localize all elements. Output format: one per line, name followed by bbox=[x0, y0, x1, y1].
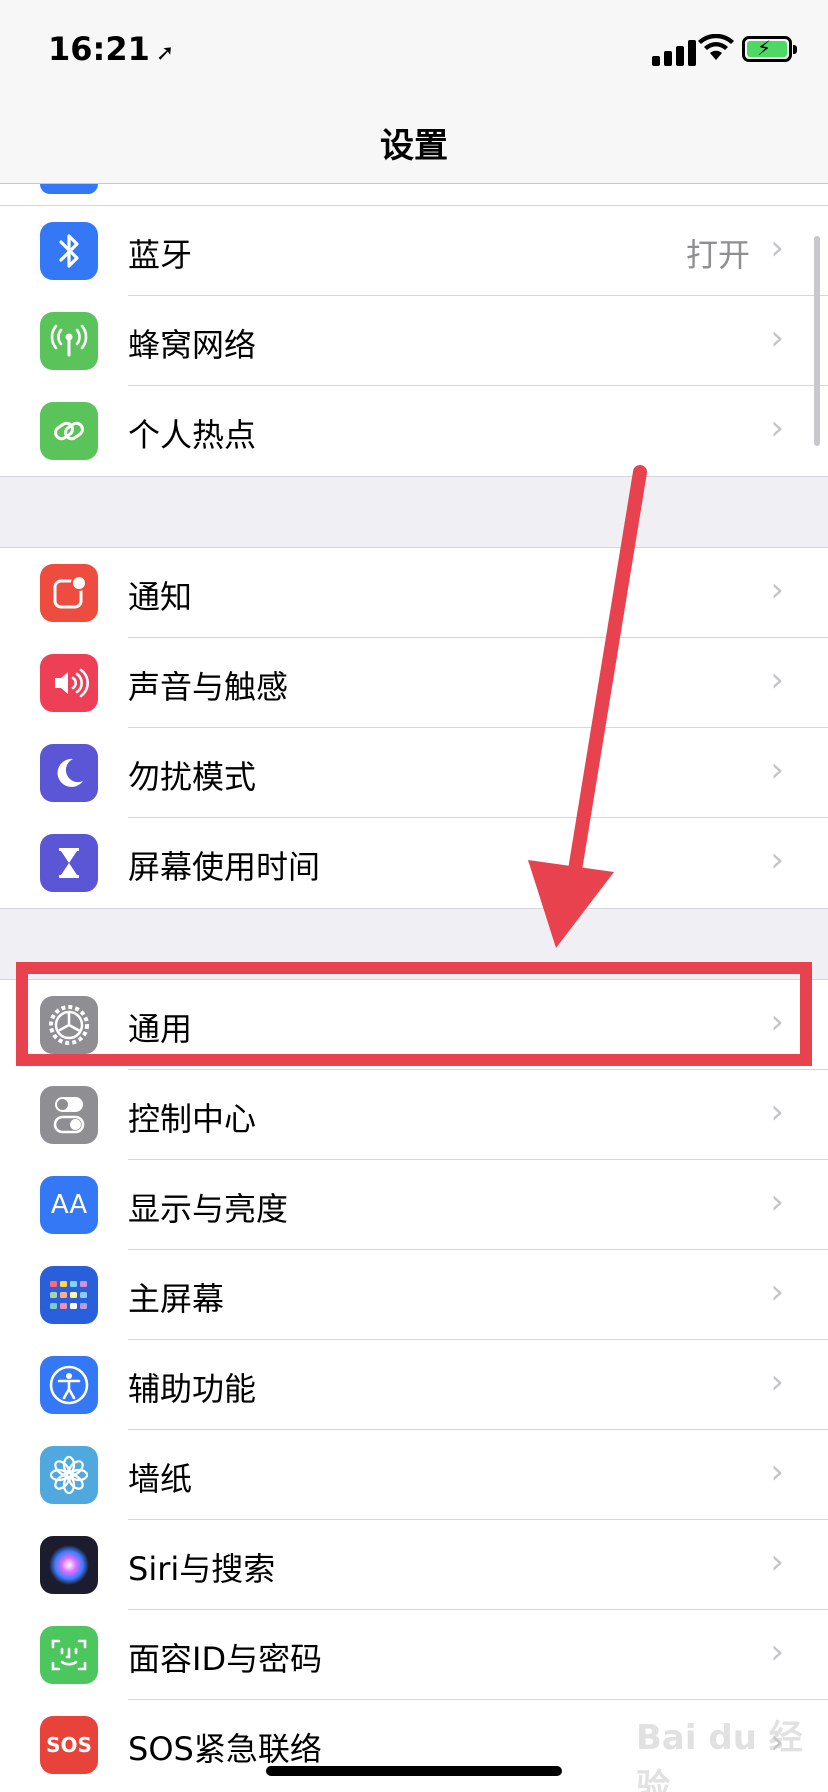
row-label: 声音与触感 bbox=[128, 668, 289, 706]
chevron-right-icon: › bbox=[770, 408, 784, 448]
row-home-screen[interactable]: 主屏幕 › bbox=[0, 1250, 828, 1340]
bluetooth-status: 打开 bbox=[685, 236, 750, 274]
row-accessibility[interactable]: 辅助功能 › bbox=[0, 1340, 828, 1430]
bluetooth-icon bbox=[40, 222, 98, 280]
row-display-brightness[interactable]: AA 显示与亮度 › bbox=[0, 1160, 828, 1250]
location-arrow-icon: ➚ bbox=[155, 41, 175, 66]
status-bar: 16:21 ➚ ⚡ bbox=[0, 0, 828, 100]
row-label: SOS紧急联络 bbox=[128, 1730, 322, 1768]
row-siri-search[interactable]: Siri与搜索 › bbox=[0, 1520, 828, 1610]
row-label: 勿扰模式 bbox=[128, 758, 257, 796]
text-size-icon: AA bbox=[40, 1176, 98, 1234]
chevron-right-icon: › bbox=[770, 1632, 784, 1672]
toggles-icon bbox=[40, 1086, 98, 1144]
chevron-right-icon: › bbox=[770, 1272, 784, 1312]
status-time: 16:21 ➚ bbox=[48, 30, 174, 68]
chevron-right-icon: › bbox=[770, 228, 784, 268]
partial-row-top bbox=[0, 184, 828, 206]
navigation-bar: 设置 bbox=[0, 100, 828, 184]
section-gap bbox=[0, 476, 828, 548]
notification-icon bbox=[40, 564, 98, 622]
accessibility-icon bbox=[40, 1356, 98, 1414]
row-label: 面容ID与密码 bbox=[128, 1640, 323, 1678]
chevron-right-icon: › bbox=[770, 840, 784, 880]
row-cellular[interactable]: 蜂窝网络 › bbox=[0, 296, 828, 386]
row-label: 屏幕使用时间 bbox=[128, 848, 321, 886]
speaker-icon bbox=[40, 654, 98, 712]
antenna-icon bbox=[40, 312, 98, 370]
row-label: 显示与亮度 bbox=[128, 1190, 289, 1228]
row-face-id[interactable]: 面容ID与密码 › bbox=[0, 1610, 828, 1700]
partial-icon bbox=[40, 184, 98, 194]
sos-icon: SOS bbox=[40, 1716, 98, 1774]
row-hotspot[interactable]: 个人热点 › bbox=[0, 386, 828, 476]
chevron-right-icon: › bbox=[770, 1362, 784, 1402]
hotspot-link-icon bbox=[40, 402, 98, 460]
chevron-right-icon: › bbox=[770, 660, 784, 700]
chevron-right-icon: › bbox=[770, 750, 784, 790]
siri-icon bbox=[40, 1536, 98, 1594]
row-bluetooth[interactable]: 蓝牙 打开 › bbox=[0, 206, 828, 296]
chevron-right-icon: › bbox=[770, 570, 784, 610]
chevron-right-icon: › bbox=[770, 1092, 784, 1132]
row-label: 主屏幕 bbox=[128, 1280, 225, 1318]
home-grid-icon bbox=[40, 1266, 98, 1324]
watermark: Bai du 经验 bbox=[636, 1718, 803, 1792]
chevron-right-icon: › bbox=[770, 1542, 784, 1582]
row-label: 通知 bbox=[128, 578, 193, 616]
row-label: 控制中心 bbox=[128, 1100, 257, 1138]
row-notifications[interactable]: 通知 › bbox=[0, 548, 828, 638]
annotation-highlight-box bbox=[16, 962, 812, 1066]
row-do-not-disturb[interactable]: 勿扰模式 › bbox=[0, 728, 828, 818]
page-title: 设置 bbox=[380, 126, 448, 166]
face-id-icon bbox=[40, 1626, 98, 1684]
chevron-right-icon: › bbox=[770, 1182, 784, 1222]
hourglass-icon bbox=[40, 834, 98, 892]
wifi-icon bbox=[698, 34, 734, 60]
flower-icon bbox=[40, 1446, 98, 1504]
battery-charging-icon: ⚡ bbox=[742, 36, 797, 62]
moon-icon bbox=[40, 744, 98, 802]
row-label: 辅助功能 bbox=[128, 1370, 257, 1408]
row-label: 蓝牙 bbox=[128, 236, 193, 274]
row-label: 蜂窝网络 bbox=[128, 326, 257, 364]
row-screen-time[interactable]: 屏幕使用时间 › bbox=[0, 818, 828, 908]
row-label: 个人热点 bbox=[128, 416, 257, 454]
chevron-right-icon: › bbox=[770, 1452, 784, 1492]
chevron-right-icon: › bbox=[770, 318, 784, 358]
row-sounds[interactable]: 声音与触感 › bbox=[0, 638, 828, 728]
scroll-indicator[interactable] bbox=[814, 236, 820, 446]
status-time-text: 16:21 bbox=[48, 30, 150, 68]
row-label: Siri与搜索 bbox=[128, 1550, 276, 1588]
row-wallpaper[interactable]: 墙纸 › bbox=[0, 1430, 828, 1520]
row-label: 墙纸 bbox=[128, 1460, 193, 1498]
home-indicator[interactable] bbox=[266, 1766, 562, 1776]
row-control-center[interactable]: 控制中心 › bbox=[0, 1070, 828, 1160]
